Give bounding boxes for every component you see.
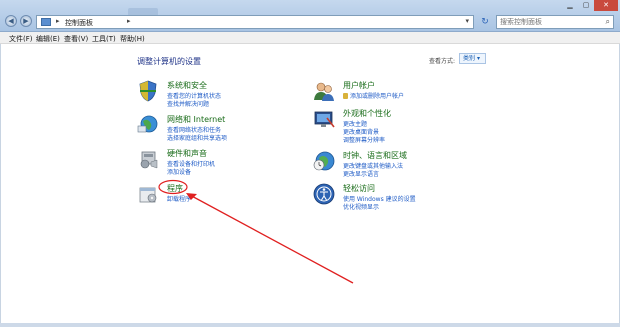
window-bottom-border — [0, 323, 620, 327]
menu-view[interactable]: 查看(V) — [64, 34, 88, 44]
chevron-right-icon[interactable]: ▸ — [127, 17, 131, 25]
category-ease-of-access: 轻松访问 使用 Windows 建议的设置 优化视频显示 — [313, 183, 463, 213]
category-link[interactable]: 添加设备 — [167, 167, 191, 176]
category-title[interactable]: 系统和安全 — [167, 80, 207, 91]
view-by-label: 查看方式: — [429, 58, 456, 65]
menu-tools[interactable]: 工具(T) — [92, 34, 116, 44]
chevron-down-icon[interactable]: ▾ — [465, 17, 469, 25]
category-title[interactable]: 硬件和声音 — [167, 148, 207, 159]
category-clock-language-region: 时钟、语言和区域 更改键盘或其他输入法 更改显示语言 — [313, 150, 463, 180]
page-title: 调整计算机的设置 — [137, 57, 201, 66]
search-box[interactable]: ⌕ — [496, 15, 614, 29]
breadcrumb-control-panel[interactable]: 控制面板 — [65, 18, 93, 28]
system-security-icon — [139, 80, 157, 102]
menu-help[interactable]: 帮助(H) — [120, 34, 145, 44]
chevron-down-icon: ▾ — [476, 55, 480, 62]
back-button[interactable]: ◀ — [5, 15, 17, 27]
menu-file[interactable]: 文件(F) — [9, 34, 33, 44]
category-title[interactable]: 外观和个性化 — [343, 108, 391, 119]
category-title[interactable]: 网络和 Internet — [167, 114, 225, 125]
user-accounts-icon — [314, 82, 334, 101]
window-controls: ▁ ▢ ✕ — [562, 0, 618, 12]
minimize-icon[interactable]: ▁ — [562, 0, 578, 11]
category-appearance: 外观和个性化 更改主题 更改桌面背景 调整屏幕分辨率 — [313, 108, 463, 144]
category-system-security: 系统和安全 查看您的计算机状态 查找并解决问题 — [137, 80, 277, 110]
control-panel-content: 调整计算机的设置 查看方式: 类别 ▾ 系统和安全 查看您的计算机状态 查找并解… — [0, 44, 620, 327]
category-hardware-sound: 硬件和声音 查看设备和打印机 添加设备 — [137, 148, 277, 178]
uac-shield-icon — [343, 93, 348, 99]
control-panel-icon — [41, 18, 51, 26]
appearance-icon — [314, 111, 335, 128]
network-icon — [137, 115, 158, 133]
category-link[interactable]: 查找并解决问题 — [167, 99, 209, 108]
address-bar[interactable]: ▸ 控制面板 ▸ ▾ — [36, 15, 474, 29]
category-title[interactable]: 程序 — [167, 183, 183, 194]
chevron-right-icon[interactable]: ▸ — [56, 17, 60, 25]
category-network: 网络和 Internet 查看网络状态和任务 选择家庭组和共享选项 — [137, 114, 277, 144]
category-link-text: 添加或删除用户帐户 — [350, 93, 405, 100]
search-input[interactable] — [497, 16, 597, 28]
menu-bar: 文件(F) 编辑(E) 查看(V) 工具(T) 帮助(H) — [0, 32, 620, 44]
category-link[interactable]: 调整屏幕分辨率 — [343, 135, 385, 144]
search-icon[interactable]: ⌕ — [606, 17, 610, 27]
view-by-select[interactable]: 类别 ▾ — [459, 53, 486, 64]
maximize-icon[interactable]: ▢ — [578, 0, 594, 11]
forward-arrow-icon: ▶ — [23, 17, 29, 25]
ease-access-icon — [313, 183, 335, 205]
category-link[interactable]: 选择家庭组和共享选项 — [167, 133, 227, 142]
category-title[interactable]: 用户帐户 — [343, 80, 375, 91]
category-link[interactable]: 卸载程序 — [167, 194, 191, 203]
title-address-bar: ▁ ▢ ✕ ◀ ▶ ▸ 控制面板 ▸ ▾ ↻ ⌕ — [0, 0, 620, 32]
refresh-icon[interactable]: ↻ — [478, 15, 492, 29]
category-user-accounts: 用户帐户 添加或删除用户帐户 — [313, 80, 463, 104]
forward-button[interactable]: ▶ — [20, 15, 32, 27]
menu-edit[interactable]: 编辑(E) — [36, 34, 60, 44]
category-programs: 程序 卸载程序 — [137, 183, 277, 207]
back-arrow-icon: ◀ — [8, 17, 14, 25]
category-link[interactable]: 添加或删除用户帐户 — [343, 91, 404, 100]
category-link[interactable]: 更改显示语言 — [343, 169, 379, 178]
clock-region-icon — [313, 151, 335, 171]
category-title[interactable]: 轻松访问 — [343, 183, 375, 194]
hardware-sound-icon — [140, 151, 158, 169]
close-icon[interactable]: ✕ — [594, 0, 618, 11]
programs-icon — [139, 187, 157, 203]
category-link[interactable]: 优化视频显示 — [343, 202, 379, 211]
view-by-value: 类别 — [463, 55, 476, 62]
category-title[interactable]: 时钟、语言和区域 — [343, 150, 407, 161]
